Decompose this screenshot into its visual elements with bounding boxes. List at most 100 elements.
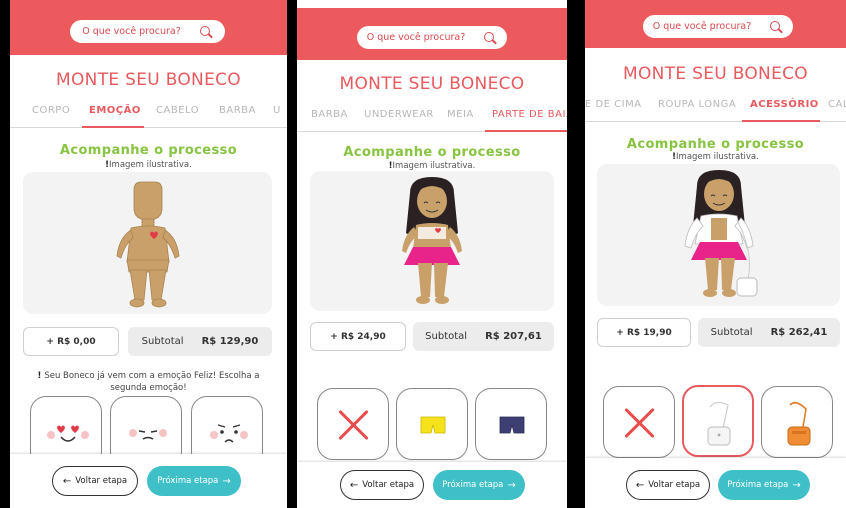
close-icon xyxy=(336,407,372,443)
subtotal-box: Subtotal R$ 129,90 xyxy=(128,327,272,356)
next-step-label: Próxima etapa xyxy=(157,476,219,486)
screen-emotion: O que você procura? MONTE SEU BONECO COR… xyxy=(10,0,287,508)
doll-accessory-image xyxy=(684,170,758,297)
category-tabs: CORPO EMOÇÃO CABELO BARBA U xyxy=(10,102,287,128)
illustrative-note: !Imagem ilustrativa. xyxy=(388,161,476,171)
tab-underline xyxy=(82,126,144,128)
price-add: + R$ 19,90 xyxy=(597,318,691,347)
yellow-shorts-icon xyxy=(420,416,446,434)
tab-underline xyxy=(742,120,820,122)
screen-bottoms: O que você procura? MONTE SEU BONECO BAR… xyxy=(297,8,567,508)
emotion-note: ! Seu Boneco já vem com a emoção Feliz! … xyxy=(37,371,260,393)
doll-preview xyxy=(23,172,272,314)
subtotal-value: R$ 129,90 xyxy=(201,336,259,347)
option-none[interactable] xyxy=(317,388,389,460)
doll-girl-image xyxy=(402,177,462,304)
search-box[interactable]: O que você procura? xyxy=(70,20,225,43)
price-add: + R$ 0,00 xyxy=(23,327,119,356)
search-icon[interactable] xyxy=(199,25,213,39)
close-icon xyxy=(622,405,658,441)
phone-frame xyxy=(287,0,297,508)
process-title: Acompanhe o processo xyxy=(343,145,521,160)
bottom-nav: ← Voltar etapa Próxima etapa → xyxy=(297,462,567,508)
tab-cabelo[interactable]: CABELO xyxy=(156,105,199,116)
next-step-button[interactable]: Próxima etapa → xyxy=(147,466,241,496)
doll-preview xyxy=(310,171,554,311)
arrow-left-icon: ← xyxy=(62,475,72,487)
arrow-right-icon: → xyxy=(222,475,231,487)
price-add: + R$ 24,90 xyxy=(310,322,406,351)
back-step-label: Voltar etapa xyxy=(648,480,701,490)
screen-accessory: O que você procura? MONTE SEU BONECO E D… xyxy=(585,0,846,508)
option-white-bag[interactable] xyxy=(682,385,754,457)
page-title: MONTE SEU BONECO xyxy=(339,74,525,94)
tab-roupa-longa[interactable]: ROUPA LONGA xyxy=(658,99,736,110)
option-none[interactable] xyxy=(603,386,675,458)
subtotal-value: R$ 207,61 xyxy=(485,331,542,342)
subtotal-label: Subtotal xyxy=(425,331,468,342)
phone-frame xyxy=(0,0,10,508)
next-step-label: Próxima etapa xyxy=(727,480,789,490)
next-step-button[interactable]: Próxima etapa → xyxy=(433,470,525,500)
process-title: Acompanhe o processo xyxy=(626,137,805,152)
subtotal-label: Subtotal xyxy=(141,336,184,347)
search-input[interactable]: O que você procura? xyxy=(653,21,752,32)
option-orange-bag[interactable] xyxy=(761,386,833,458)
back-step-button[interactable]: ← Voltar etapa xyxy=(52,466,138,496)
tab-meia[interactable]: MEIA xyxy=(447,109,474,120)
category-tabs: BARBA UNDERWEAR MEIA PARTE DE BAIX xyxy=(297,106,567,132)
option-yellow-shorts[interactable] xyxy=(396,388,468,460)
page-title: MONTE SEU BONECO xyxy=(623,64,808,84)
search-box[interactable]: O que você procura? xyxy=(643,15,793,38)
search-box[interactable]: O que você procura? xyxy=(357,26,507,49)
tab-parte-de-cima[interactable]: E DE CIMA xyxy=(585,99,642,110)
option-navy-shorts[interactable] xyxy=(475,388,547,460)
header-bar: O que você procura? xyxy=(10,0,287,55)
emotion-note-text: Seu Boneco já vem com a emoção Feliz! Es… xyxy=(44,371,260,393)
subtotal-label: Subtotal xyxy=(710,327,753,338)
tab-underline xyxy=(485,130,567,132)
tab-calcado[interactable]: CAL xyxy=(828,99,846,110)
illustrative-text: Imagem ilustrativa. xyxy=(676,152,759,162)
illustrative-note: !Imagem ilustrativa. xyxy=(105,160,192,170)
orange-bag-icon xyxy=(787,401,811,446)
doll-preview xyxy=(597,164,840,306)
subtotal-box: Subtotal R$ 207,61 xyxy=(413,322,554,351)
back-step-label: Voltar etapa xyxy=(75,476,128,486)
search-input[interactable]: O que você procura? xyxy=(82,26,181,37)
bottom-nav: ← Voltar etapa Próxima etapa → xyxy=(585,458,846,508)
back-step-label: Voltar etapa xyxy=(362,480,415,490)
tab-corpo[interactable]: CORPO xyxy=(32,105,70,116)
back-step-button[interactable]: ← Voltar etapa xyxy=(340,470,424,500)
search-icon[interactable] xyxy=(483,31,497,45)
tab-underwear[interactable]: UNDERWEAR xyxy=(364,109,434,120)
back-step-button[interactable]: ← Voltar etapa xyxy=(626,470,710,500)
phone-frame xyxy=(567,0,585,508)
bottom-nav: ← Voltar etapa Próxima etapa → xyxy=(10,454,287,508)
white-bag-icon xyxy=(707,401,731,446)
tab-parte-de-baixo[interactable]: PARTE DE BAIX xyxy=(492,109,567,120)
category-tabs: E DE CIMA ROUPA LONGA ACESSÓRIO CAL xyxy=(585,96,846,122)
tab-barba[interactable]: BARBA xyxy=(311,109,348,120)
illustrative-text: Imagem ilustrativa. xyxy=(109,160,192,170)
arrow-right-icon: → xyxy=(507,479,516,491)
tab-acessorio[interactable]: ACESSÓRIO xyxy=(750,99,819,110)
search-icon[interactable] xyxy=(769,20,783,34)
navy-shorts-icon xyxy=(499,416,525,434)
tab-underwear[interactable]: U xyxy=(273,105,281,116)
illustrative-note: !Imagem ilustrativa. xyxy=(672,152,759,162)
subtotal-box: Subtotal R$ 262,41 xyxy=(698,318,840,347)
doll-body-image xyxy=(116,181,180,308)
search-input[interactable]: O que você procura? xyxy=(367,32,466,43)
illustrative-text: Imagem ilustrativa. xyxy=(392,161,476,171)
arrow-left-icon: ← xyxy=(349,479,359,491)
tab-emocao[interactable]: EMOÇÃO xyxy=(89,105,141,116)
tab-barba[interactable]: BARBA xyxy=(219,105,256,116)
header-bar: O que você procura? xyxy=(297,8,567,60)
header-bar: O que você procura? xyxy=(585,0,846,48)
arrow-left-icon: ← xyxy=(635,479,645,491)
subtotal-value: R$ 262,41 xyxy=(770,327,828,338)
next-step-button[interactable]: Próxima etapa → xyxy=(718,470,810,500)
next-step-label: Próxima etapa xyxy=(442,480,504,490)
page-title: MONTE SEU BONECO xyxy=(56,70,241,90)
